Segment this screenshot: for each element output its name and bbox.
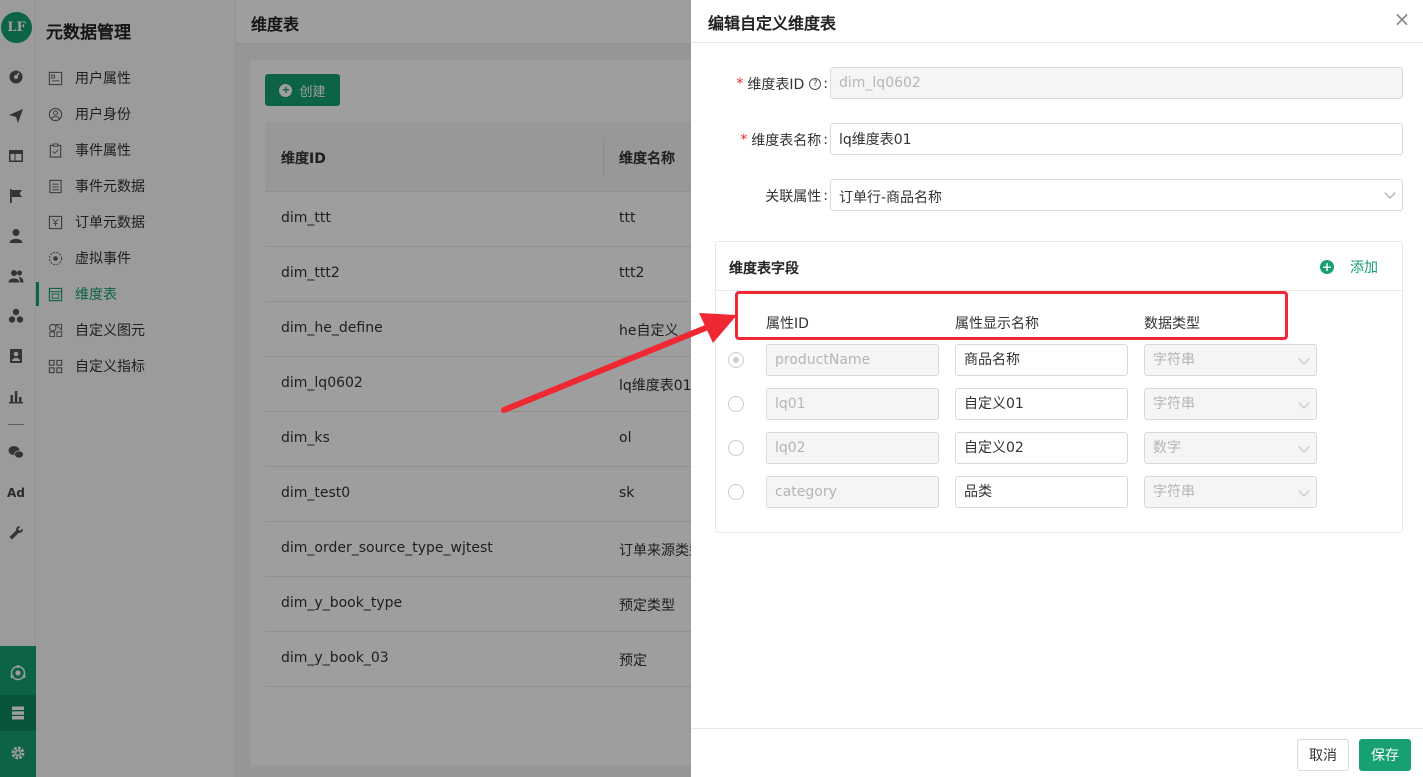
field-name-input[interactable]: 自定义02 (955, 432, 1128, 464)
label-colon: : (823, 188, 828, 204)
field-name-input[interactable]: 品类 (955, 476, 1128, 508)
required-mark: * (736, 76, 744, 92)
required-mark: * (740, 132, 748, 148)
table-name-input[interactable] (830, 123, 1403, 155)
field-type-select: 数字 (1144, 432, 1317, 464)
drawer-title: 编辑自定义维度表 (708, 14, 837, 33)
fields-panel: 维度表字段 + 添加 属性ID 属性显示名称 数据类型 productName 商… (715, 241, 1403, 533)
chevron-down-icon (1298, 441, 1310, 453)
close-icon[interactable]: × (1392, 9, 1412, 29)
field-type-select: 字符串 (1144, 344, 1317, 376)
field-row: lq02 自定义02 数字 (716, 432, 1402, 464)
save-button[interactable]: 保存 (1359, 739, 1411, 771)
primary-key-radio[interactable] (728, 440, 744, 456)
relation-label: 关联属性: (765, 186, 828, 206)
field-name-input[interactable]: 自定义01 (955, 388, 1128, 420)
field-type-value: 字符串 (1153, 396, 1195, 412)
primary-key-radio[interactable] (728, 396, 744, 412)
field-name-input[interactable]: 商品名称 (955, 344, 1128, 376)
add-field-button[interactable]: + 添加 (1320, 257, 1378, 277)
label-colon: : (823, 132, 828, 148)
form-row-relation: 关联属性: 订单行-商品名称 (691, 179, 1423, 211)
cancel-button[interactable]: 取消 (1297, 739, 1349, 771)
edit-drawer: 编辑自定义维度表 × *维度表ID?: *维度表名称: 关联属性: 订单行-商品… (691, 0, 1423, 777)
field-type-value: 数字 (1153, 440, 1181, 456)
table-id-label: * 维度表ID?: (736, 74, 828, 94)
table-name-label: * 维度表名称: (740, 130, 828, 150)
chevron-down-icon (1384, 187, 1396, 199)
drawer-mask[interactable] (0, 0, 691, 777)
field-row: productName 商品名称 字符串 (716, 344, 1402, 376)
primary-key-radio[interactable] (728, 484, 744, 500)
fields-panel-title: 维度表字段 (729, 261, 799, 277)
primary-key-radio[interactable] (728, 352, 744, 368)
help-icon[interactable]: ? (809, 78, 822, 90)
relation-select[interactable]: 订单行-商品名称 (830, 179, 1403, 211)
plus-circle-icon: + (1320, 260, 1334, 274)
field-type-value: 字符串 (1153, 484, 1195, 500)
chevron-down-icon (1298, 485, 1310, 497)
field-type-value: 字符串 (1153, 352, 1195, 368)
field-id-input: category (766, 476, 939, 508)
form-row-table-name: * 维度表名称: (691, 123, 1423, 155)
form-row-table-id: * 维度表ID?: (691, 67, 1423, 99)
drawer-footer: 取消 保存 (691, 728, 1423, 777)
fields-panel-header: 维度表字段 + 添加 (716, 242, 1402, 291)
label-colon: : (823, 76, 828, 92)
field-row: lq01 自定义01 字符串 (716, 388, 1402, 420)
relation-select-value: 订单行-商品名称 (839, 190, 943, 206)
field-row: category 品类 字符串 (716, 476, 1402, 508)
field-id-input: productName (766, 344, 939, 376)
label-text: 维度表ID (747, 77, 805, 93)
table-id-input (830, 67, 1403, 99)
chevron-down-icon (1298, 397, 1310, 409)
label-text: 关联属性 (765, 189, 822, 205)
drawer-header: 编辑自定义维度表 × (691, 0, 1423, 43)
field-type-select: 字符串 (1144, 476, 1317, 508)
add-field-label: 添加 (1350, 260, 1378, 276)
label-text: 维度表名称 (751, 133, 822, 149)
field-id-input: lq02 (766, 432, 939, 464)
field-type-select: 字符串 (1144, 388, 1317, 420)
chevron-down-icon (1298, 353, 1310, 365)
annotation-highlight-box (735, 291, 1288, 340)
field-id-input: lq01 (766, 388, 939, 420)
